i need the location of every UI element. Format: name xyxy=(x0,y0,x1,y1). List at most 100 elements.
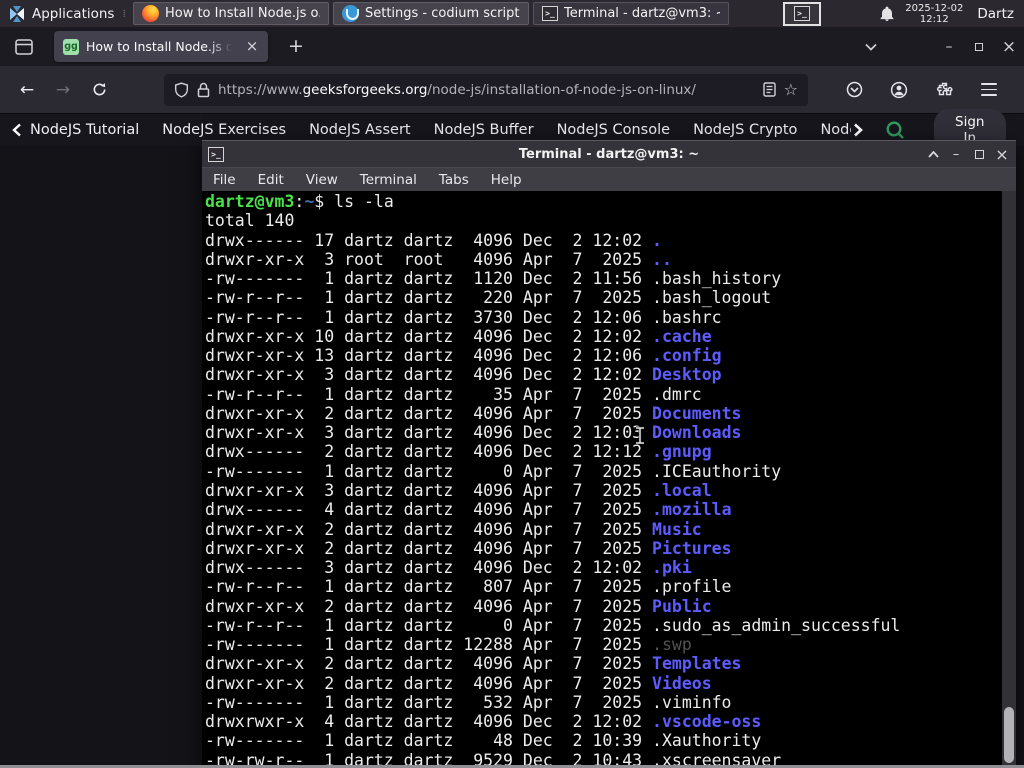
maximize-icon xyxy=(975,42,983,51)
terminal-line: drwxr-xr-x 2 dartz dartz 4096 Apr 7 2025… xyxy=(205,538,732,558)
terminal-line: drwxr-xr-x 13 dartz dartz 4096 Dec 2 12:… xyxy=(205,346,722,366)
terminal-line: dartz@vm3:~$ ls -la xyxy=(205,192,394,211)
terminal-close-button[interactable]: × xyxy=(994,145,1010,164)
url-domain: geeksforgeeks.org xyxy=(302,81,428,98)
back-button[interactable]: ← xyxy=(12,75,42,105)
url-path: /node-js/installation-of-node-js-on-linu… xyxy=(427,81,696,98)
taskbar-window-terminal[interactable]: >_ Terminal - dartz@vm3: ~ xyxy=(532,2,729,25)
taskbar-window-firefox[interactable]: How to Install Node.js o... xyxy=(132,2,329,25)
firefox-view-button[interactable] xyxy=(14,38,34,56)
applications-label: Applications xyxy=(32,5,115,22)
site-nav-link[interactable]: NodeJS Tutorial xyxy=(30,122,139,138)
terminal-icon: >_ xyxy=(208,146,224,162)
terminal-line: -rw-r--r-- 1 dartz dartz 35 Apr 7 2025 .… xyxy=(205,384,702,404)
terminal-title: Terminal - dartz@vm3: ~ xyxy=(518,146,700,162)
reload-button[interactable] xyxy=(84,75,114,105)
panel-tray-area: 2025-12-02 12:12 Dartz xyxy=(879,3,1024,25)
applications-menu-button[interactable]: Applications xyxy=(0,0,122,27)
site-nav-link[interactable]: NodeJS Buffer xyxy=(434,122,534,138)
firefox-view-icon xyxy=(15,38,33,55)
firefox-nav-toolbar: ← → https://www.geeksforgeeks.org/node-j… xyxy=(0,66,1024,114)
terminal-line: -rw------- 1 dartz dartz 532 Apr 7 2025 … xyxy=(205,692,732,712)
site-nav-link[interactable]: NodeJS DNS xyxy=(820,122,850,138)
browser-maximize-button[interactable] xyxy=(964,39,994,55)
panel-clock[interactable]: 2025-12-02 12:12 xyxy=(905,3,963,25)
terminal-shade-button[interactable] xyxy=(925,146,941,162)
terminal-line: drwx------ 17 dartz dartz 4096 Dec 2 12:… xyxy=(205,230,662,250)
nav-scroll-left-icon[interactable] xyxy=(12,123,22,137)
notification-bell-icon[interactable] xyxy=(879,6,895,22)
terminal-line: -rw-r--r-- 1 dartz dartz 0 Apr 7 2025 .s… xyxy=(205,615,901,635)
menu-lines xyxy=(981,83,997,96)
nav-scroll-right-icon[interactable] xyxy=(853,123,863,137)
terminal-line: drwx------ 3 dartz dartz 4096 Dec 2 12:0… xyxy=(205,558,692,578)
terminal-menu-help[interactable]: Help xyxy=(480,172,533,188)
terminal-menubar: File Edit View Terminal Tabs Help xyxy=(202,167,1016,191)
tab-title: How to Install Node.js o xyxy=(86,39,234,54)
desktop: Applications ⁞ How to Install Node.js o.… xyxy=(0,0,1024,768)
url-scheme: https://www. xyxy=(218,81,303,98)
terminal-scrollbar[interactable] xyxy=(1002,191,1016,768)
terminal-scrollbar-thumb[interactable] xyxy=(1004,707,1014,763)
terminal-minimize-button[interactable]: – xyxy=(948,146,964,162)
browser-tab-active[interactable]: gg How to Install Node.js o × xyxy=(54,31,268,62)
terminal-line: drwxr-xr-x 3 dartz dartz 4096 Dec 2 12:0… xyxy=(205,423,742,443)
window-controls: – × xyxy=(856,37,1024,57)
terminal-line: drwxrwxr-x 4 dartz dartz 4096 Dec 2 12:0… xyxy=(205,712,762,732)
url-text: https://www.geeksforgeeks.org/node-js/in… xyxy=(218,82,755,98)
panel-user-menu[interactable]: Dartz xyxy=(973,6,1018,22)
terminal-menu-terminal[interactable]: Terminal xyxy=(349,172,428,188)
bookmark-star-icon[interactable]: ☆ xyxy=(784,80,798,99)
site-nav-link[interactable]: NodeJS Assert xyxy=(309,122,411,138)
tab-list-chevron-icon[interactable] xyxy=(856,39,886,55)
terminal-line: -rw------- 1 dartz dartz 0 Apr 7 2025 .I… xyxy=(205,461,782,481)
terminal-menu-tabs[interactable]: Tabs xyxy=(428,172,480,188)
lock-icon[interactable] xyxy=(197,82,210,98)
terminal-output[interactable]: dartz@vm3:~$ ls -la total 140 drwx------ 1… xyxy=(202,191,1002,768)
terminal-menu-view[interactable]: View xyxy=(295,172,349,188)
panel-separator: ⁞ xyxy=(122,7,127,20)
terminal-titlebar[interactable]: >_ Terminal - dartz@vm3: ~ – × xyxy=(202,141,1016,167)
terminal-line: drwxr-xr-x 3 root root 4096 Apr 7 2025 .… xyxy=(205,249,672,269)
clock-time: 12:12 xyxy=(919,13,949,25)
terminal-line: drwxr-xr-x 3 dartz dartz 4096 Dec 2 12:0… xyxy=(205,365,722,385)
site-nav-link[interactable]: NodeJS Crypto xyxy=(693,122,797,138)
terminal-line: drwxr-xr-x 2 dartz dartz 4096 Apr 7 2025… xyxy=(205,673,712,693)
site-nav-link[interactable]: NodeJS Exercises xyxy=(162,122,286,138)
search-icon[interactable] xyxy=(885,120,906,141)
terminal-line: total 140 xyxy=(205,211,295,231)
tab-close-icon[interactable]: × xyxy=(242,37,262,57)
terminal-menu-edit[interactable]: Edit xyxy=(247,172,295,188)
toolbar-right-icons xyxy=(839,75,1012,105)
browser-close-button[interactable]: × xyxy=(994,37,1024,57)
site-nav-link[interactable]: NodeJS Console xyxy=(557,122,671,138)
terminal-window-controls: – × xyxy=(925,145,1010,164)
new-tab-button[interactable]: + xyxy=(282,33,310,61)
geeksforgeeks-favicon: gg xyxy=(63,38,79,55)
terminal-body: dartz@vm3:~$ ls -la total 140 drwx------ 1… xyxy=(202,191,1016,768)
hamburger-menu-icon[interactable] xyxy=(974,75,1004,105)
tray-terminal-indicator[interactable]: >_ xyxy=(782,1,821,26)
terminal-maximize-button[interactable] xyxy=(971,146,987,162)
terminal-line: -rw------- 1 dartz dartz 12288 Apr 7 202… xyxy=(205,635,692,655)
applications-icon xyxy=(10,5,24,22)
tracking-shield-icon[interactable] xyxy=(174,81,189,98)
url-bar[interactable]: https://www.geeksforgeeks.org/node-js/in… xyxy=(164,73,808,106)
xfce-top-panel: Applications ⁞ How to Install Node.js o.… xyxy=(0,0,1024,27)
taskbar-window-codium[interactable]: Settings - codium script... xyxy=(332,2,529,25)
forward-button[interactable]: → xyxy=(48,75,78,105)
terminal-line: -rw-r--r-- 1 dartz dartz 3730 Dec 2 12:0… xyxy=(205,307,722,327)
terminal-icon: >_ xyxy=(541,6,558,21)
terminal-line: drwxr-xr-x 10 dartz dartz 4096 Dec 2 12:… xyxy=(205,326,712,346)
account-icon[interactable] xyxy=(884,75,914,105)
pocket-icon[interactable] xyxy=(839,75,869,105)
terminal-menu-file[interactable]: File xyxy=(202,172,247,188)
clock-date: 2025-12-02 xyxy=(905,2,964,14)
terminal-line: drwxr-xr-x 2 dartz dartz 4096 Apr 7 2025… xyxy=(205,403,742,423)
browser-minimize-button[interactable]: – xyxy=(934,39,964,55)
extensions-puzzle-icon[interactable] xyxy=(929,75,959,105)
terminal-line: -rw-r--r-- 1 dartz dartz 807 Apr 7 2025 … xyxy=(205,577,732,597)
terminal-line: -rw------- 1 dartz dartz 1120 Dec 2 11:5… xyxy=(205,269,782,289)
terminal-line: drwxr-xr-x 2 dartz dartz 4096 Apr 7 2025… xyxy=(205,654,742,674)
reader-mode-icon[interactable] xyxy=(762,82,776,97)
